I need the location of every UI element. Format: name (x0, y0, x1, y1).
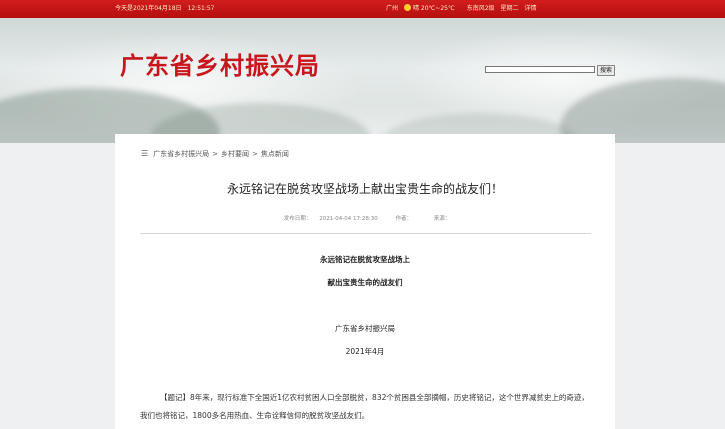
article-subtitle-line1: 永远铭记在脱贫攻坚战场上 (320, 255, 410, 264)
search-button[interactable]: 搜索 (597, 65, 616, 76)
breadcrumb-separator: > (212, 150, 219, 158)
breadcrumb: ☰ 广东省乡村振兴局 > 乡村要闻 > 焦点新闻 (141, 149, 289, 159)
wind-info: 东南风2级 (466, 5, 495, 12)
article-date: 2021年4月 (345, 347, 385, 356)
source-label: 来源： (433, 216, 451, 222)
breadcrumb-separator: > (252, 150, 258, 158)
top-bar: 今天是2021年04月18日 12:51:57 广州 晴 20℃~25℃ 东南风2级星… (0, 0, 725, 18)
header-banner: 广东省乡村振兴局 搜索 (0, 18, 725, 143)
breadcrumb-focus-news[interactable]: 焦点新闻 (261, 150, 289, 158)
weekday-label: 星期二 (500, 5, 519, 12)
publish-date-label: 发布日期： (283, 216, 312, 222)
weather-detail-link[interactable]: 详情 (525, 5, 537, 12)
city-label: 广州 (386, 5, 399, 12)
publish-date-value: 2021-04-04 17:28:30 (319, 216, 378, 222)
current-time: 12:51:57 (187, 5, 215, 12)
breadcrumb-home[interactable]: 广东省乡村振兴局 (153, 150, 209, 158)
weather-widget: 广州 晴 20℃~25℃ 东南风2级 星期二 详情 (386, 0, 543, 18)
current-date: 今天是2021年04月18日 (115, 5, 182, 12)
article-meta: 发布日期： 2021-04-04 17:28:30 作者： 来源： (115, 214, 615, 222)
paragraph-text: 【题记】8年来，现行标准下全国近1亿农村贫困人口全部脱贫，832个贫困县全部摘帽… (140, 393, 589, 420)
sun-icon (404, 4, 412, 11)
list-icon: ☰ (141, 149, 149, 158)
weather-text: 晴 20℃~25℃ (413, 5, 455, 12)
weather-info: 晴 20℃~25℃ (404, 4, 461, 12)
breadcrumb-rural-news[interactable]: 乡村要闻 (221, 150, 249, 158)
site-logo-title[interactable]: 广东省乡村振兴局 (120, 46, 320, 81)
search-input[interactable] (485, 66, 595, 73)
article-subtitle-line2: 献出宝贵生命的战友们 (327, 278, 403, 287)
article-paragraph: 【题记】8年来，现行标准下全国近1亿农村贫困人口全部脱贫，832个贫困县全部摘帽… (140, 389, 592, 425)
divider (140, 233, 591, 234)
date-time: 今天是2021年04月18日 12:51:57 (115, 0, 221, 18)
article-byline: 广东省乡村振兴局 (335, 324, 395, 333)
article-title: 永远铭记在脱贫攻坚战场上献出宝贵生命的战友们！ (226, 182, 503, 196)
author-label: 作者： (395, 216, 412, 222)
article-card: ☰ 广东省乡村振兴局 > 乡村要闻 > 焦点新闻 永远铭记在脱贫攻坚战场上献出宝贵生命的战… (115, 134, 615, 429)
